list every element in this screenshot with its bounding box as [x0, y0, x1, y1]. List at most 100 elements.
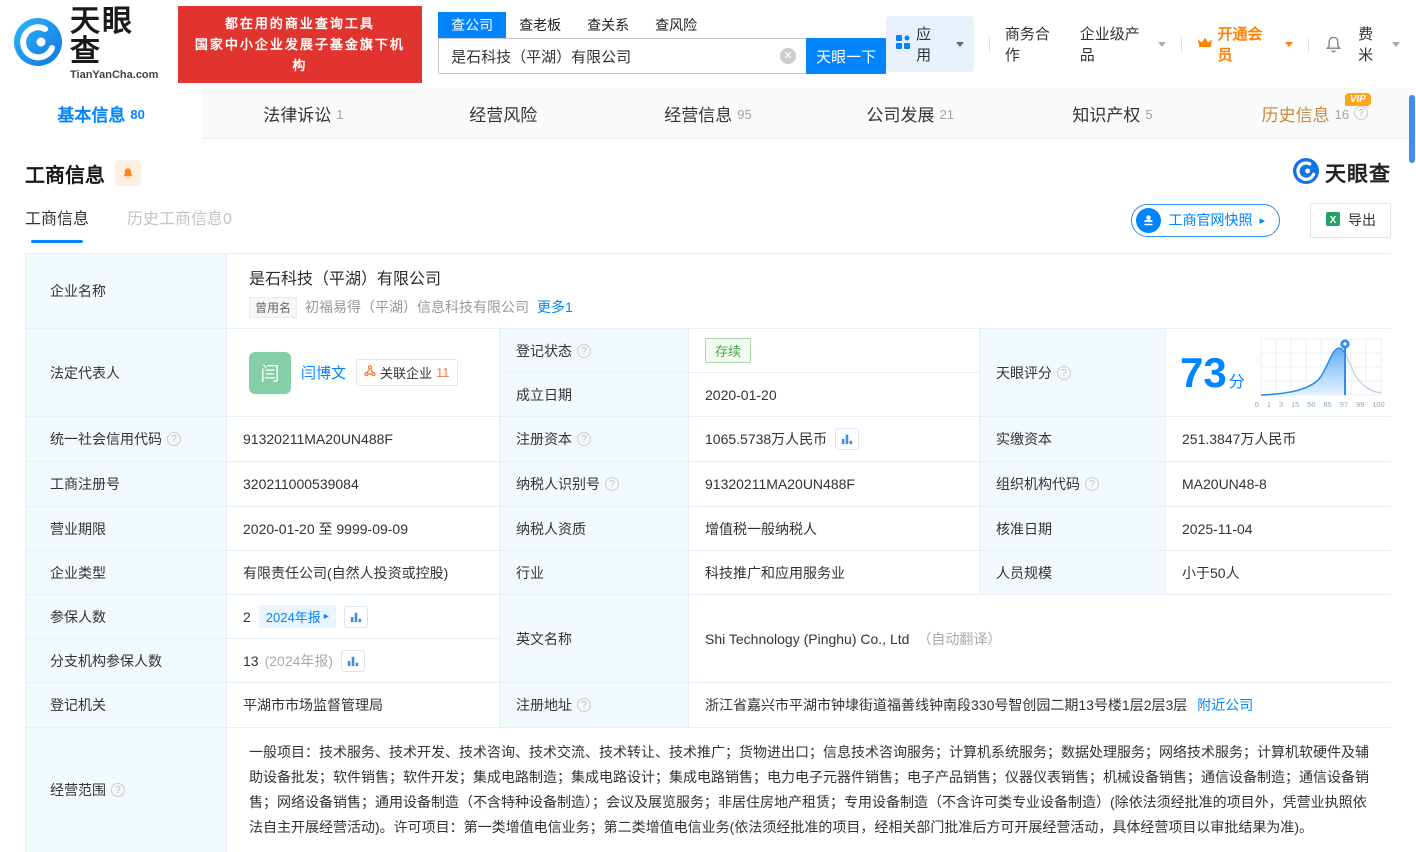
- subtab-business-registration[interactable]: 工商信息: [25, 205, 89, 243]
- staff-size-label: 人员规模: [980, 551, 1165, 594]
- nav-enterprise[interactable]: 企业级产品: [1080, 23, 1167, 65]
- industry-label: 行业: [500, 551, 688, 594]
- tianyancha-logo-icon: [14, 18, 62, 71]
- est-date-value: 2020-01-20: [689, 373, 979, 416]
- subtab-history-registration[interactable]: 历史工商信息0: [127, 205, 232, 243]
- tab-history-info[interactable]: VIP 历史信息 16 ?: [1214, 88, 1416, 138]
- search-button[interactable]: 天眼一下: [806, 38, 886, 74]
- apps-label: 应用: [916, 23, 946, 65]
- user-menu[interactable]: 费米: [1358, 23, 1400, 65]
- former-name-badge: 曾用名: [249, 297, 297, 318]
- score-axis-ticks: 01 315 5085 9799 100: [1255, 400, 1385, 409]
- nearby-companies-link[interactable]: 附近公司: [1197, 695, 1253, 715]
- tab-business-info[interactable]: 经营信息 95: [607, 88, 809, 138]
- chevron-down-icon: [1285, 42, 1293, 47]
- score-value: 73: [1180, 352, 1227, 394]
- taxpayer-id-label: 纳税人识别号?: [500, 462, 688, 506]
- notification-bell-icon[interactable]: [1324, 35, 1343, 54]
- help-icon[interactable]: ?: [167, 432, 181, 446]
- insured-trend-icon[interactable]: [344, 606, 368, 628]
- reg-status-label: 登记状态?: [500, 329, 688, 372]
- company-name: 是石科技（平湖）有限公司: [249, 265, 441, 289]
- address-label: 注册地址?: [500, 683, 688, 727]
- excel-icon: X: [1325, 211, 1341, 230]
- auto-translate-note: （自动翻译）: [917, 629, 1001, 649]
- apps-menu[interactable]: 应用: [886, 16, 974, 72]
- stamp-icon: [1136, 208, 1161, 233]
- score-unit: 分: [1229, 368, 1245, 392]
- promo-line1: 都在用的商业查询工具: [188, 13, 412, 34]
- chevron-down-icon: [1392, 42, 1400, 47]
- org-code-label: 组织机构代码?: [980, 462, 1165, 506]
- help-icon[interactable]: ?: [111, 783, 125, 797]
- related-companies-icon: [364, 365, 376, 380]
- annual-report-badge[interactable]: 2024年报 ▸: [259, 605, 336, 628]
- tab-operating-risk[interactable]: 经营风险: [405, 88, 607, 138]
- nav-divider: [1181, 37, 1182, 52]
- status-badge: 存续: [705, 338, 751, 363]
- scrollbar-thumb[interactable]: [1409, 95, 1415, 163]
- term-label: 营业期限: [26, 507, 226, 550]
- svg-text:X: X: [1330, 215, 1337, 226]
- tab-company-development[interactable]: 公司发展 21: [809, 88, 1011, 138]
- company-type-value: 有限责任公司(自然人投资或控股): [227, 551, 499, 594]
- search-tab-relation[interactable]: 查关系: [574, 12, 642, 38]
- branch-insured-trend-icon[interactable]: [341, 650, 365, 672]
- legal-rep-avatar[interactable]: 闫: [249, 352, 291, 394]
- more-former-names-link[interactable]: 更多1: [537, 297, 573, 317]
- search-input[interactable]: [438, 38, 806, 74]
- branch-insured-value: 13: [243, 653, 259, 669]
- tianyancha-logo[interactable]: 天眼查 TianYanCha.com: [14, 7, 166, 81]
- section-title: 工商信息: [25, 159, 105, 188]
- reg-capital-label: 注册资本?: [500, 417, 688, 461]
- staff-size-value: 小于50人: [1166, 551, 1395, 594]
- insured-cell: 2 2024年报 ▸: [227, 595, 499, 638]
- official-snapshot-button[interactable]: 工商官网快照 ▸: [1131, 204, 1280, 237]
- tab-legal-litigation[interactable]: 法律诉讼 1: [202, 88, 404, 138]
- search-tabs: 查公司 查老板 查关系 查风险: [438, 12, 886, 38]
- clear-search-icon[interactable]: ✕: [780, 48, 796, 64]
- related-companies-badge[interactable]: 关联企业 11: [356, 359, 458, 386]
- top-nav: 应用 商务合作 企业级产品 开通会员 费米: [886, 16, 1400, 72]
- tab-basic-info[interactable]: 基本信息 80: [0, 88, 202, 139]
- export-button[interactable]: X 导出: [1310, 203, 1391, 238]
- search-tab-boss[interactable]: 查老板: [506, 12, 574, 38]
- nav-divider: [1308, 37, 1309, 52]
- paid-capital-value: 251.3847万人民币: [1166, 417, 1395, 461]
- legal-rep-cell: 闫 闫博文 关联企业 11: [227, 329, 499, 416]
- help-icon[interactable]: ?: [1354, 106, 1368, 120]
- branch-insured-cell: 13 (2024年报): [227, 639, 499, 682]
- tianyan-score-cell: 73 分: [1166, 329, 1395, 416]
- help-icon[interactable]: ?: [577, 344, 591, 358]
- nav-open-vip[interactable]: 开通会员: [1197, 23, 1293, 65]
- tab-intellectual-property[interactable]: 知识产权 5: [1011, 88, 1213, 138]
- insured-label: 参保人数: [26, 595, 226, 638]
- credit-code-label: 统一社会信用代码?: [26, 417, 226, 461]
- branch-insured-label: 分支机构参保人数: [26, 639, 226, 682]
- help-icon[interactable]: ?: [1057, 366, 1071, 380]
- reg-capital-value: 1065.5738万人民币: [705, 429, 827, 449]
- credit-code-value: 91320211MA20UN488F: [227, 417, 499, 461]
- taxpayer-quality-label: 纳税人资质: [500, 507, 688, 550]
- reg-authority-label: 登记机关: [26, 683, 226, 727]
- search-area: 查公司 查老板 查关系 查风险 ✕ 天眼一下: [438, 12, 886, 74]
- capital-trend-icon[interactable]: [835, 428, 859, 450]
- search-tab-company[interactable]: 查公司: [438, 12, 506, 38]
- help-icon[interactable]: ?: [577, 698, 591, 712]
- logo-title: 天眼查: [70, 7, 166, 67]
- help-icon[interactable]: ?: [605, 477, 619, 491]
- monitor-bell-icon[interactable]: [115, 160, 141, 186]
- reg-number-label: 工商注册号: [26, 462, 226, 506]
- brand-logo-icon: [1293, 158, 1319, 189]
- search-tab-risk[interactable]: 查风险: [642, 12, 710, 38]
- nav-cooperation[interactable]: 商务合作: [1005, 23, 1065, 65]
- score-distribution-chart[interactable]: 01 315 5085 9799 100: [1255, 337, 1385, 409]
- legal-rep-name-link[interactable]: 闫博文: [301, 362, 346, 383]
- vip-badge: VIP: [1345, 93, 1371, 106]
- help-icon[interactable]: ?: [1085, 477, 1099, 491]
- industry-value: 科技推广和应用服务业: [689, 551, 979, 594]
- company-type-label: 企业类型: [26, 551, 226, 594]
- est-date-label: 成立日期: [500, 373, 688, 416]
- reg-authority-value: 平湖市市场监督管理局: [227, 683, 499, 727]
- help-icon[interactable]: ?: [577, 432, 591, 446]
